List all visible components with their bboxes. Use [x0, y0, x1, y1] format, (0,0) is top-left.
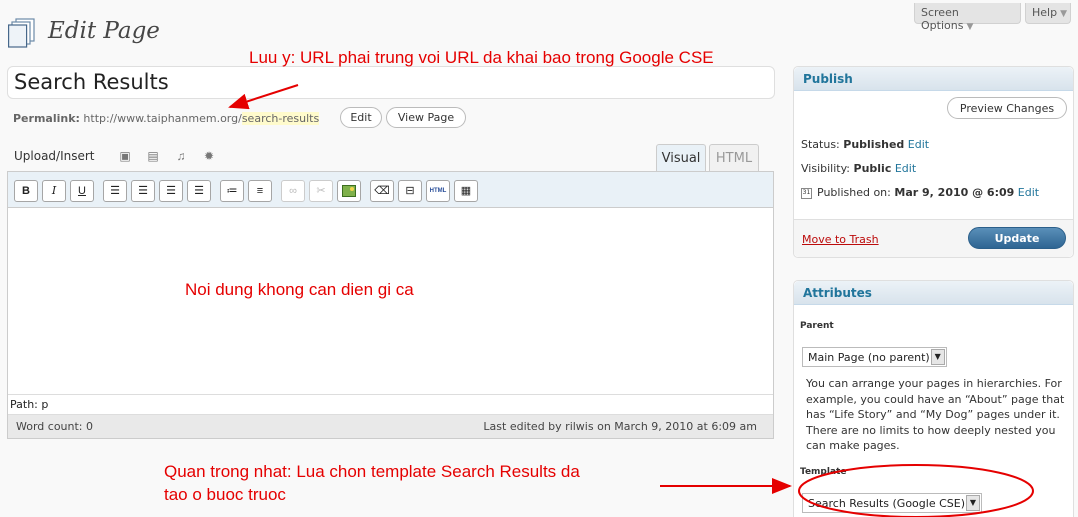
align-right-icon: ☰: [166, 185, 176, 197]
editor-status-bar: Word count: 0 Last edited by rilwis on M…: [8, 414, 773, 438]
post-title-input[interactable]: Search Results: [7, 66, 775, 99]
add-media-icon[interactable]: ✹: [202, 150, 216, 163]
tab-visual[interactable]: Visual: [656, 144, 706, 172]
annotation-template-note: Quan trong nhat: Lua chon template Searc…: [164, 460, 580, 506]
annotation-template-line2: tao o buoc truoc: [164, 485, 286, 504]
page-title: Edit Page: [48, 18, 160, 44]
edit-visibility-link[interactable]: Edit: [895, 162, 916, 175]
tab-html[interactable]: HTML: [709, 144, 759, 172]
align-center-icon: ☰: [138, 185, 148, 197]
underline-button[interactable]: U: [70, 180, 94, 202]
template-select-value: Search Results (Google CSE): [808, 497, 965, 510]
visibility-label: Visibility:: [801, 162, 851, 175]
preview-changes-button[interactable]: Preview Changes: [947, 97, 1067, 119]
parent-label: Parent: [800, 321, 834, 331]
parent-help-text: You can arrange your pages in hierarchie…: [806, 377, 1065, 452]
more-tag-icon: ⊟: [405, 185, 415, 197]
clear-formatting-button[interactable]: ⌫: [370, 180, 394, 202]
link-button[interactable]: ∞: [281, 180, 305, 202]
publish-box: Publish Preview Changes Status: Publishe…: [793, 66, 1074, 258]
published-on-line: 31 Published on: Mar 9, 2010 @ 6:09 Edit: [801, 186, 1039, 199]
edit-status-link[interactable]: Edit: [908, 138, 929, 151]
align-left-icon: ☰: [110, 185, 120, 197]
edit-date-link[interactable]: Edit: [1018, 186, 1039, 199]
attributes-box-title[interactable]: Attributes: [794, 281, 1073, 305]
publish-box-title[interactable]: Publish: [794, 67, 1073, 91]
unlink-icon: ✂: [316, 185, 326, 197]
align-center-button[interactable]: ☰: [131, 180, 155, 202]
help-button[interactable]: Help ▼: [1025, 3, 1071, 24]
annotation-url-note: Luu y: URL phai trung voi URL da khai ba…: [249, 48, 714, 67]
permalink: Permalink: http://www.taiphanmem.org/sea…: [13, 112, 320, 125]
status-value: Published: [843, 138, 905, 151]
template-select[interactable]: Search Results (Google CSE) ▼: [802, 493, 982, 513]
upload-insert-label: Upload/Insert: [14, 149, 95, 163]
align-justify-icon: ☰: [194, 185, 204, 197]
link-icon: ∞: [289, 185, 297, 197]
visibility-value: Public: [853, 162, 892, 175]
template-label: Template: [800, 467, 847, 477]
editor-content-area[interactable]: [8, 208, 773, 394]
published-value: Mar 9, 2010 @ 6:09: [894, 186, 1015, 199]
html-icon: HTML: [429, 188, 447, 194]
editor-path: Path: p: [8, 394, 773, 414]
update-button[interactable]: Update: [968, 227, 1066, 249]
status-label: Status:: [801, 138, 840, 151]
align-justify-button[interactable]: ☰: [187, 180, 211, 202]
permalink-label: Permalink:: [13, 112, 80, 125]
align-left-button[interactable]: ☰: [103, 180, 127, 202]
annotation-template-line1: Quan trong nhat: Lua chon template Searc…: [164, 462, 580, 481]
numbered-list-button[interactable]: ≡: [248, 180, 272, 202]
last-edited: Last edited by rilwis on March 9, 2010 a…: [483, 420, 757, 433]
bullet-list-icon: ≔: [226, 185, 238, 197]
published-label: Published on:: [817, 186, 891, 199]
annotation-content-note: Noi dung khong can dien gi ca: [185, 280, 414, 299]
screen-options-button[interactable]: Screen Options ▼: [914, 3, 1021, 32]
unlink-button[interactable]: ✂: [309, 180, 333, 202]
permalink-slug[interactable]: search-results: [241, 112, 320, 125]
chevron-down-icon: ▼: [930, 349, 945, 365]
permalink-base: http://www.taiphanmem.org/: [83, 112, 242, 125]
chevron-down-icon: ▼: [966, 22, 974, 32]
insert-more-button[interactable]: ⊟: [398, 180, 422, 202]
kitchen-sink-icon: ▦: [460, 185, 472, 197]
add-image-icon[interactable]: ▣: [118, 150, 132, 163]
add-audio-icon[interactable]: ♫: [174, 150, 188, 163]
visibility-line: Visibility: Public Edit: [801, 162, 916, 175]
bullet-list-button[interactable]: ≔: [220, 180, 244, 202]
eraser-icon: ⌫: [374, 185, 390, 197]
attributes-box: Attributes Parent Main Page (no parent) ▼…: [793, 280, 1074, 517]
publish-actions: Move to Trash Update: [794, 219, 1073, 257]
content-editor: B I U ☰ ☰ ☰ ☰ ≔ ≡ ∞ ✂ ⌫ ⊟ HTML ▦ Path: p…: [7, 171, 774, 439]
permalink-edit-button[interactable]: Edit: [340, 107, 382, 128]
image-icon: [342, 185, 356, 197]
move-to-trash-link[interactable]: Move to Trash: [802, 233, 879, 246]
help-label: Help: [1032, 6, 1058, 19]
parent-select-value: Main Page (no parent): [808, 351, 930, 364]
status-line: Status: Published Edit: [801, 138, 929, 151]
insert-image-button[interactable]: [337, 180, 361, 202]
word-count: Word count: 0: [16, 420, 94, 433]
bold-button[interactable]: B: [14, 180, 38, 202]
align-right-button[interactable]: ☰: [159, 180, 183, 202]
numbered-list-icon: ≡: [256, 185, 264, 197]
chevron-down-icon: ▼: [966, 495, 980, 511]
editor-toolbar: B I U ☰ ☰ ☰ ☰ ≔ ≡ ∞ ✂ ⌫ ⊟ HTML ▦: [8, 172, 773, 208]
add-video-icon[interactable]: ▤: [146, 150, 160, 163]
italic-button[interactable]: I: [42, 180, 66, 202]
calendar-icon: 31: [801, 187, 812, 199]
parent-select[interactable]: Main Page (no parent) ▼: [802, 347, 947, 367]
screen-options-label: Screen Options: [921, 6, 964, 32]
chevron-down-icon: ▼: [1060, 9, 1067, 19]
html-button[interactable]: HTML: [426, 180, 450, 202]
view-page-button[interactable]: View Page: [386, 107, 466, 128]
pages-icon: [8, 18, 35, 48]
kitchen-sink-button[interactable]: ▦: [454, 180, 478, 202]
